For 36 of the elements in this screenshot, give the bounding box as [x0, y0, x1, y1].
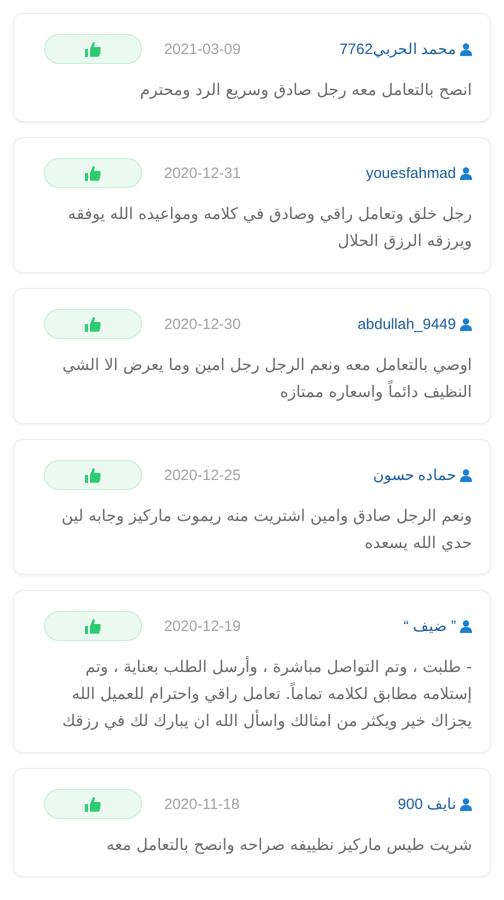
author-name[interactable]: youesfahmad: [366, 164, 472, 182]
author-name[interactable]: abdullah_9449: [358, 316, 472, 332]
review-text: انصح بالتعامل معه رجل صادق وسريع الرد ومحترم: [138, 79, 472, 101]
thumbs-up-icon: [84, 315, 102, 333]
review-text: شريت طيس ماركيز نظييفه صراحه وانصح بالتعامل معه: [105, 834, 472, 856]
like-button[interactable]: [44, 158, 142, 188]
review-text: رجل خلق وتعامل راقي وصادق في كلامه ومواعيده الله يوفقه ويرزقه الرزق الحلال: [66, 203, 472, 252]
like-button[interactable]: [44, 460, 142, 490]
like-button[interactable]: [44, 789, 142, 819]
review-date: 2020-11-18: [164, 796, 240, 812]
review-text: - طلبت ، وتم التواصل مباشرة ، وأرسل الطلب بعناية ، وتم إستلامه مطابق لكلامه تماماً. تعامل راقي واحترام للعميل الله يجزاك خير ويكثر من امثالك واسأل الله ان يبارك لك في رزقك: [61, 655, 472, 732]
like-button[interactable]: [44, 34, 142, 64]
thumbs-up-icon: [84, 466, 102, 484]
thumbs-up-icon: [84, 795, 102, 813]
user-icon: [460, 166, 472, 180]
user-icon: [460, 468, 472, 482]
thumbs-up-icon: [84, 617, 102, 635]
review-text: اوصي بالتعامل معه ونعم الرجل رجل امين وما يعرض الا الشي النظيف دائماً واسعاره ممتازه: [61, 354, 472, 403]
author-name[interactable]: حماده حسون: [372, 466, 472, 484]
review-date: 2021-03-09: [164, 40, 241, 58]
author-name[interactable]: محمد الحربي7762: [339, 40, 472, 58]
like-button[interactable]: [44, 611, 142, 641]
review-date: 2020-12-31: [164, 164, 241, 182]
review-date: 2020-12-30: [164, 316, 241, 332]
user-icon: [460, 318, 472, 330]
author-name[interactable]: نايف 900: [398, 795, 472, 813]
user-icon: [460, 798, 472, 810]
like-button[interactable]: [44, 309, 142, 339]
user-icon: [460, 620, 472, 632]
user-icon: [460, 42, 472, 56]
thumbs-up-icon: [84, 40, 102, 58]
review-date: 2020-12-25: [164, 466, 241, 484]
author-name[interactable]: ” ضيف “: [404, 617, 472, 635]
review-text: ونعم الرجل صادق وامين اشتريت منه ريموت ماركيز وجابه لين حدي الله يسعده: [60, 505, 472, 554]
thumbs-up-icon: [84, 164, 102, 182]
review-date: 2020-12-19: [164, 618, 241, 634]
